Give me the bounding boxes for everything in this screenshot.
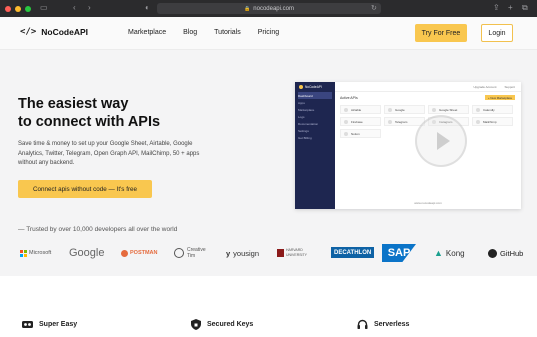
nav-link-blog[interactable]: Blog: [183, 29, 197, 36]
microsoft-icon: [20, 249, 27, 257]
play-video-icon[interactable]: [415, 115, 467, 167]
headline-line-2: to connect with APIs: [18, 114, 161, 130]
forward-icon[interactable]: ›: [88, 3, 91, 12]
try-for-free-button[interactable]: Try For Free: [415, 24, 467, 42]
mock-tile: Google Sheet: [428, 105, 469, 114]
mock-brand: NoCodeAPI: [295, 82, 335, 92]
close-window-button[interactable]: [5, 5, 11, 12]
connect-apis-button[interactable]: Connect apis without code — It's free: [18, 180, 152, 198]
google-logo: Google: [69, 247, 105, 259]
lock-icon: 🔒: [244, 5, 251, 12]
login-button[interactable]: Login: [481, 24, 513, 42]
kong-logo: ▲ Kong: [434, 248, 465, 258]
nav-links: Marketplace Blog Tutorials Pricing: [128, 29, 279, 36]
mock-main: Upgrade Account Support Active APIs + Ne…: [335, 82, 521, 209]
feature-serverless: Serverless: [357, 319, 409, 330]
mock-footer: www.nocodeapi.com: [414, 201, 442, 205]
brand-logo[interactable]: </> NoCodeAPI: [20, 27, 88, 37]
features-section: Super Easy Secured Keys Serverless: [0, 276, 537, 337]
sap-logo: SAP: [382, 244, 416, 262]
shield-lock-icon: [190, 319, 201, 330]
mock-sidebar-item: Apps: [298, 100, 305, 105]
mock-sidebar: NoCodeAPI Dashboard Apps Marketplace Log…: [295, 82, 335, 209]
mock-tile: Airtable: [340, 105, 381, 114]
tab-overview-icon[interactable]: ⧉: [522, 3, 528, 13]
code-icon: </>: [20, 27, 37, 37]
mock-tile: Notion: [340, 129, 381, 138]
mock-tile: Calendly: [472, 105, 513, 114]
postman-icon: [121, 249, 128, 257]
mock-add-button: + New Marketplace: [485, 95, 515, 100]
mock-sidebar-item: Get Billing: [298, 135, 312, 140]
creative-tim-logo: Creative Tim: [174, 242, 214, 264]
hero-description: Save time & money to set up your Google …: [18, 141, 200, 166]
harvard-logo: HARVARD UNIVERSITY: [277, 242, 319, 264]
mock-support-link: Support: [504, 84, 515, 89]
nav-link-tutorials[interactable]: Tutorials: [214, 29, 241, 36]
mock-upgrade-link: Upgrade Account: [473, 84, 497, 89]
yousign-logo: y yousign: [226, 248, 260, 258]
mock-logo-icon: [299, 85, 303, 89]
mock-tile: Telegram: [384, 117, 425, 126]
mock-sidebar-item: Dashboard: [298, 92, 332, 99]
feature-title: Super Easy: [39, 321, 78, 328]
url-text: nocodeapi.com: [253, 5, 294, 12]
shield-icon[interactable]: ◐: [145, 3, 150, 12]
github-icon: [488, 248, 497, 258]
hero-headline: The easiest way to connect with APIs: [18, 95, 218, 131]
share-icon[interactable]: ⇪: [493, 3, 500, 12]
browser-toolbar: ▭ ‹ › ◐ 🔒 nocodeapi.com ↻ ⇪ + ⧉: [0, 0, 537, 17]
new-tab-icon[interactable]: +: [508, 3, 513, 12]
mock-sidebar-item: Logs: [298, 114, 305, 119]
vr-headset-icon: [22, 319, 33, 330]
nav-link-marketplace[interactable]: Marketplace: [128, 29, 166, 36]
mock-sidebar-item: Settings: [298, 128, 309, 133]
reload-icon[interactable]: ↻: [371, 4, 377, 12]
mock-tile: Firebase: [340, 117, 381, 126]
mock-sidebar-item: Documentation: [298, 121, 319, 126]
site-header: </> NoCodeAPI Marketplace Blog Tutorials…: [0, 17, 537, 50]
mock-tile: Google: [384, 105, 425, 114]
nav-link-pricing[interactable]: Pricing: [258, 29, 279, 36]
postman-logo: POSTMAN: [121, 242, 158, 264]
kong-icon: ▲: [434, 248, 443, 258]
brand-name: NoCodeAPI: [41, 27, 89, 37]
feature-title: Serverless: [374, 321, 410, 328]
mock-brand-name: NoCodeAPI: [305, 85, 322, 89]
decathlon-logo: DECATHLON: [331, 247, 375, 258]
trusted-by-text: — Trusted by over 10,000 developers all …: [18, 226, 178, 233]
mock-topbar: Upgrade Account Support: [335, 82, 521, 92]
feature-secured-keys: Secured Keys: [190, 319, 253, 330]
feature-super-easy: Super Easy: [22, 319, 77, 330]
sidebar-toggle-icon[interactable]: ▭: [40, 3, 48, 12]
minimize-window-button[interactable]: [15, 5, 21, 12]
maximize-window-button[interactable]: [25, 5, 31, 12]
yousign-icon: y: [226, 248, 231, 258]
headline-line-1: The easiest way: [18, 96, 129, 112]
address-bar[interactable]: 🔒 nocodeapi.com: [157, 3, 381, 14]
mock-section-title: Active APIs: [340, 96, 358, 100]
mock-tile: Mailchimp: [472, 117, 513, 126]
microsoft-logo: Microsoft: [20, 242, 51, 264]
customer-logos: Microsoft Google POSTMAN Creative Tim y …: [0, 242, 537, 264]
feature-title: Secured Keys: [207, 321, 254, 328]
creative-tim-icon: [174, 248, 184, 258]
dashboard-video-preview[interactable]: NoCodeAPI Dashboard Apps Marketplace Log…: [295, 82, 521, 209]
harvard-shield-icon: [277, 249, 284, 257]
mock-sidebar-item: Marketplace: [298, 107, 315, 112]
headset-icon: [357, 319, 368, 330]
github-logo: GitHub: [488, 242, 523, 264]
back-icon[interactable]: ‹: [73, 3, 76, 12]
